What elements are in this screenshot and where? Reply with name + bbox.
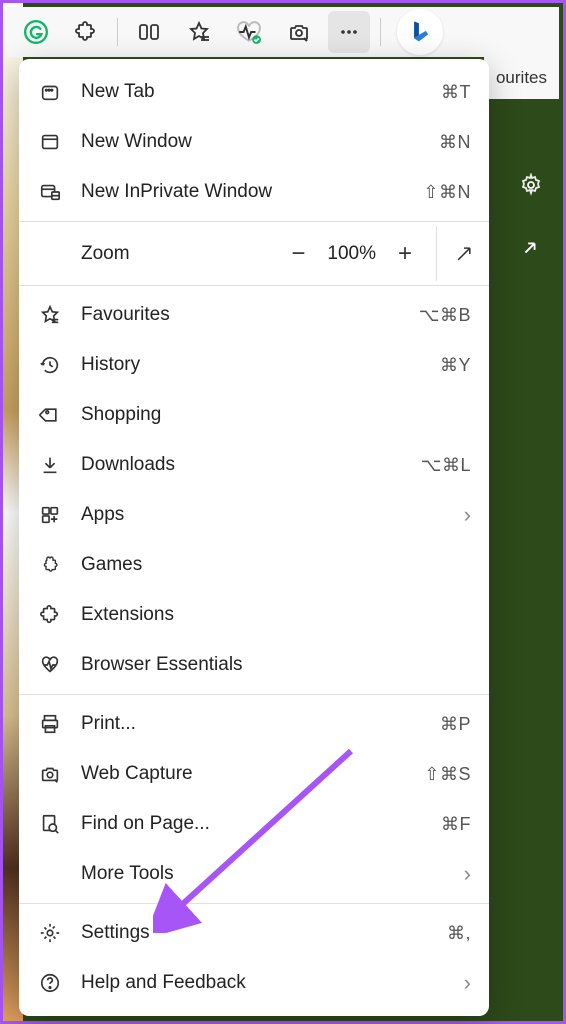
games-icon <box>37 552 63 578</box>
new-tab-icon <box>37 79 63 105</box>
menu-item-label: Help and Feedback <box>81 972 464 994</box>
menu-history[interactable]: History ⌘Y <box>19 340 489 390</box>
menu-item-label: Favourites <box>81 304 419 326</box>
menu-item-label: Settings <box>81 922 447 944</box>
menu-games[interactable]: Games <box>19 540 489 590</box>
web-capture-icon <box>37 761 63 787</box>
menu-more-tools[interactable]: More Tools › <box>19 849 489 899</box>
menu-browser-essentials[interactable]: Browser Essentials <box>19 640 489 690</box>
menu-item-label: Extensions <box>81 604 471 626</box>
shopping-tag-icon <box>37 402 63 428</box>
fullscreen-button[interactable] <box>439 231 489 277</box>
bing-chat-button[interactable] <box>397 9 443 55</box>
menu-item-shortcut: ⇧⌘N <box>423 182 471 203</box>
side-panel-icons <box>519 173 543 261</box>
apps-grid-icon <box>37 502 63 528</box>
chevron-right-icon: › <box>464 502 471 528</box>
menu-settings[interactable]: Settings ⌘, <box>19 908 489 958</box>
zoom-label: Zoom <box>81 243 275 265</box>
menu-web-capture[interactable]: Web Capture ⇧⌘S <box>19 749 489 799</box>
browser-main-menu: New Tab ⌘T New Window ⌘N New InPrivate W… <box>19 59 489 1016</box>
settings-gear-icon <box>37 920 63 946</box>
menu-downloads[interactable]: Downloads ⌥⌘L <box>19 440 489 490</box>
menu-shopping[interactable]: Shopping <box>19 390 489 440</box>
menu-item-shortcut: ⇧⌘S <box>424 764 471 785</box>
menu-item-label: More Tools <box>81 863 464 885</box>
split-screen-icon[interactable] <box>128 11 170 53</box>
menu-separator <box>19 221 489 222</box>
menu-item-shortcut: ⌥⌘L <box>421 455 471 476</box>
menu-help-feedback[interactable]: Help and Feedback › <box>19 958 489 1008</box>
browser-toolbar <box>7 7 559 57</box>
menu-item-label: Shopping <box>81 404 471 426</box>
favourites-bar-label: ourites <box>496 68 547 88</box>
menu-item-label: Browser Essentials <box>81 654 471 676</box>
toolbar-separator <box>380 18 381 46</box>
help-icon <box>37 970 63 996</box>
screenshot-camera-icon[interactable] <box>278 11 320 53</box>
menu-item-shortcut: ⌘T <box>441 82 471 103</box>
menu-find-on-page[interactable]: Find on Page... ⌘F <box>19 799 489 849</box>
favourites-icon <box>37 302 63 328</box>
menu-item-shortcut: ⌘Y <box>440 355 471 376</box>
menu-print[interactable]: Print... ⌘P <box>19 699 489 749</box>
new-window-icon <box>37 129 63 155</box>
menu-zoom-row: Zoom − 100% + <box>19 226 489 281</box>
menu-item-label: Downloads <box>81 454 421 476</box>
history-icon <box>37 352 63 378</box>
print-icon <box>37 711 63 737</box>
menu-item-label: New Window <box>81 131 439 153</box>
menu-item-label: New Tab <box>81 81 441 103</box>
expand-arrow-icon[interactable] <box>519 237 543 261</box>
zoom-in-button[interactable]: + <box>382 231 428 277</box>
menu-new-inprivate[interactable]: New InPrivate Window ⇧⌘N <box>19 167 489 217</box>
menu-new-window[interactable]: New Window ⌘N <box>19 117 489 167</box>
menu-item-label: Web Capture <box>81 763 424 785</box>
menu-item-label: Print... <box>81 713 440 735</box>
menu-separator <box>19 903 489 904</box>
menu-apps[interactable]: Apps › <box>19 490 489 540</box>
menu-separator <box>19 285 489 286</box>
menu-item-label: New InPrivate Window <box>81 181 423 203</box>
inprivate-icon <box>37 179 63 205</box>
browser-essentials-heart-icon[interactable] <box>228 11 270 53</box>
menu-item-label: Find on Page... <box>81 813 441 835</box>
grammarly-icon[interactable] <box>15 11 57 53</box>
chevron-right-icon: › <box>464 970 471 996</box>
zoom-out-button[interactable]: − <box>275 231 321 277</box>
find-icon <box>37 811 63 837</box>
essentials-heart-icon <box>37 652 63 678</box>
menu-item-label: History <box>81 354 440 376</box>
menu-item-shortcut: ⌘F <box>441 814 471 835</box>
settings-gear-icon[interactable] <box>519 173 543 197</box>
menu-item-label: Apps <box>81 504 464 526</box>
favourites-star-icon[interactable] <box>178 11 220 53</box>
menu-item-shortcut: ⌘N <box>439 132 471 153</box>
menu-separator <box>19 694 489 695</box>
zoom-value: 100% <box>321 243 382 265</box>
toolbar-separator <box>117 18 118 46</box>
more-menu-button[interactable] <box>328 11 370 53</box>
downloads-icon <box>37 452 63 478</box>
menu-item-label: Games <box>81 554 471 576</box>
menu-extensions[interactable]: Extensions <box>19 590 489 640</box>
menu-item-shortcut: ⌘P <box>440 714 471 735</box>
favourites-bar-fragment: ourites <box>484 57 559 99</box>
menu-item-shortcut: ⌘, <box>447 923 471 944</box>
chevron-right-icon: › <box>464 861 471 887</box>
menu-item-shortcut: ⌥⌘B <box>419 305 471 326</box>
menu-new-tab[interactable]: New Tab ⌘T <box>19 67 489 117</box>
menu-favourites[interactable]: Favourites ⌥⌘B <box>19 290 489 340</box>
extensions-puzzle-icon <box>37 602 63 628</box>
zoom-separator <box>436 226 437 281</box>
extension-puzzle-icon[interactable] <box>65 11 107 53</box>
